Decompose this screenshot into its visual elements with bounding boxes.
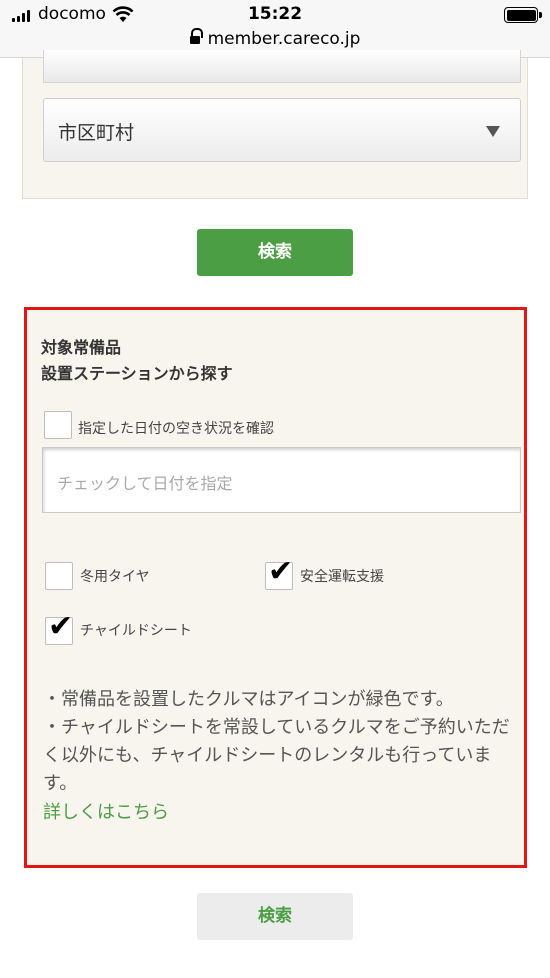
notes: ・常備品を設置したクルマはアイコンが緑色です。 ・チャイルドシートを常設している… [43, 686, 518, 798]
city-select[interactable]: 市区町村 [43, 98, 521, 162]
city-select-label: 市区町村 [58, 122, 135, 144]
safety-assist-label: 安全運転支援 [300, 569, 384, 585]
url-bar[interactable]: member.careco.jp [0, 28, 550, 49]
detail-link[interactable]: 詳しくはこちら [43, 798, 169, 824]
url-text: member.careco.jp [207, 29, 361, 49]
date-check-label: 指定した日付の空き状況を確認 [78, 421, 274, 437]
date-input[interactable]: チェックして日付を指定 [42, 447, 521, 513]
note-item: ・常備品を設置したクルマはアイコンが緑色です。 [43, 689, 454, 710]
prefecture-select[interactable] [43, 50, 521, 83]
date-input-placeholder: チェックして日付を指定 [57, 474, 233, 493]
dropdown-arrow-icon [486, 126, 500, 137]
safety-assist-checkbox[interactable]: ✔ [265, 557, 293, 590]
section-title: 対象常備品 [41, 338, 122, 357]
search-button[interactable]: 検索 [197, 229, 353, 276]
checkmark-icon: ✔ [268, 554, 294, 589]
date-check-checkbox[interactable] [44, 411, 72, 439]
checkmark-icon: ✔ [48, 609, 74, 644]
child-seat-label: チャイルドシート [80, 623, 192, 639]
winter-tire-checkbox[interactable] [45, 562, 73, 590]
bottom-search-button[interactable]: 検索 [197, 893, 353, 940]
battery-icon [504, 7, 542, 23]
search-panel: 市区町村 [22, 50, 528, 199]
child-seat-checkbox[interactable]: ✔ [45, 612, 73, 645]
winter-tire-label: 冬用タイヤ [80, 569, 150, 585]
section-subtitle: 設置ステーションから探す [41, 364, 233, 383]
note-item: ・チャイルドシートを常設しているクルマをご予約いただく以外にも、チャイルドシート… [43, 717, 510, 794]
lock-icon [189, 28, 203, 45]
equipment-search-panel: 対象常備品 設置ステーションから探す 指定した日付の空き状況を確認 チェックして… [24, 307, 527, 868]
clock: 15:22 [247, 4, 303, 24]
